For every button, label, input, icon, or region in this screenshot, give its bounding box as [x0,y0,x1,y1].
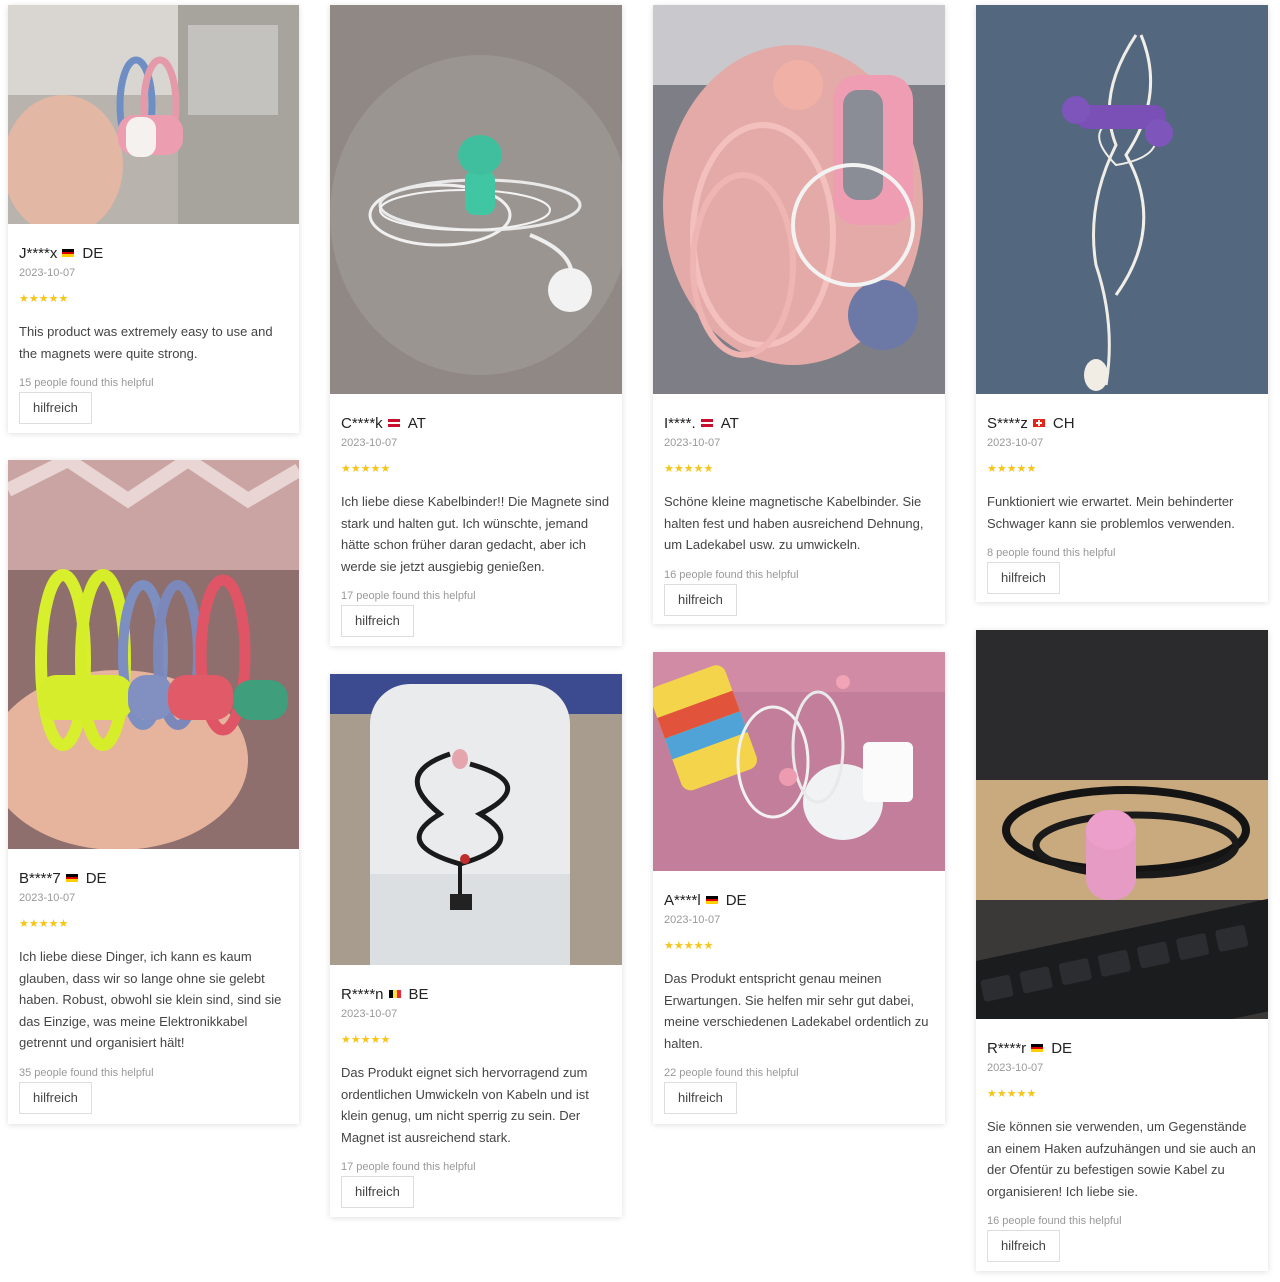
reviewer-name-row: R****r DE [987,1039,1257,1057]
helpful-button[interactable]: hilfreich [987,562,1060,595]
flag-icon [1031,1044,1044,1052]
review-text: Sie können sie verwenden, um Gegenstände… [987,1119,1256,1199]
flag-icon [1032,419,1045,427]
review-date: 2023-10-07 [664,914,721,926]
review-card: R****n BE 2023-10-07 ★★★★★ Das Produkt e… [330,674,622,1217]
country-code: DE [725,891,747,909]
helpful-count: 35 people found this helpful [19,1066,154,1079]
review-card: B****7 DE 2023-10-07 ★★★★★ Ich liebe die… [8,460,299,1124]
review-photo[interactable] [330,674,622,965]
review-card: J****x DE 2023-10-07 ★★★★★ This product … [8,5,299,433]
reviewer-name: B****7 [19,869,61,887]
reviewer-name: S****z [987,414,1028,432]
flag-icon [62,249,75,257]
reviewer-name-row: R****n BE [341,985,611,1003]
country-code: BE [408,985,429,1003]
star-rating: ★★★★★ [341,463,391,475]
reviewer-name: R****n [341,985,384,1003]
review-photo[interactable] [8,460,299,849]
country-code: DE [85,869,107,887]
helpful-count: 15 people found this helpful [19,377,154,390]
review-photo[interactable] [330,5,622,394]
review-text: This product was extremely easy to use a… [19,324,273,361]
reviewer-name: R****r [987,1039,1027,1057]
star-rating: ★★★★★ [341,1034,391,1046]
flag-icon [700,419,713,427]
review-text: Das Produkt entspricht genau meinen Erwa… [664,971,929,1051]
helpful-button[interactable]: hilfreich [664,1082,737,1115]
reviewer-name: I****. [664,414,696,432]
star-rating: ★★★★★ [987,1088,1037,1100]
review-card: S****z CH 2023-10-07 ★★★★★ Funktioniert … [976,5,1268,602]
review-date: 2023-10-07 [19,267,76,279]
review-date: 2023-10-07 [19,892,76,904]
review-date: 2023-10-07 [341,1008,398,1020]
review-text: Schöne kleine magnetische Kabelbinder. S… [664,494,924,553]
helpful-button[interactable]: hilfreich [341,605,414,638]
review-photo[interactable] [976,630,1268,1019]
helpful-count: 16 people found this helpful [664,568,799,581]
star-rating: ★★★★★ [664,463,714,475]
flag-icon [65,874,78,882]
reviewer-name: J****x [19,244,58,262]
review-photo[interactable] [976,5,1268,394]
review-card: R****r DE 2023-10-07 ★★★★★ Sie können si… [976,630,1268,1271]
review-date: 2023-10-07 [664,437,721,449]
review-photo[interactable] [653,652,945,871]
reviewer-name-row: J****x DE [19,244,288,262]
star-rating: ★★★★★ [664,940,714,952]
review-text: Ich liebe diese Dinger, ich kann es kaum… [19,949,282,1051]
star-rating: ★★★★★ [19,293,69,305]
review-card: A****l DE 2023-10-07 ★★★★★ Das Produkt e… [653,652,945,1124]
reviewer-name-row: A****l DE [664,891,934,909]
reviewer-name: A****l [664,891,701,909]
helpful-count: 17 people found this helpful [341,590,476,603]
flag-icon [387,419,400,427]
helpful-count: 16 people found this helpful [987,1215,1122,1228]
helpful-button[interactable]: hilfreich [664,583,737,616]
country-code: AT [407,414,426,432]
helpful-button[interactable]: hilfreich [19,1081,92,1114]
country-code: DE [1051,1039,1073,1057]
country-code: DE [82,244,104,262]
country-code: CH [1052,414,1075,432]
review-date: 2023-10-07 [987,1062,1044,1074]
helpful-count: 8 people found this helpful [987,547,1116,560]
review-text: Ich liebe diese Kabelbinder!! Die Magnet… [341,494,610,574]
reviewer-name-row: S****z CH [987,414,1257,432]
star-rating: ★★★★★ [19,918,69,930]
country-code: AT [720,414,739,432]
helpful-count: 22 people found this helpful [664,1067,799,1080]
review-photo[interactable] [8,5,299,224]
helpful-button[interactable]: hilfreich [341,1176,414,1209]
star-rating: ★★★★★ [987,463,1037,475]
review-date: 2023-10-07 [987,437,1044,449]
flag-icon [388,990,401,998]
helpful-count: 17 people found this helpful [341,1161,476,1174]
review-text: Funktioniert wie erwartet. Mein behinder… [987,494,1235,531]
helpful-button[interactable]: hilfreich [987,1230,1060,1263]
review-text: Das Produkt eignet sich hervorragend zum… [341,1065,589,1145]
reviewer-name-row: B****7 DE [19,869,288,887]
reviewer-name: C****k [341,414,383,432]
helpful-button[interactable]: hilfreich [19,392,92,425]
review-card: I****. AT 2023-10-07 ★★★★★ Schöne kleine… [653,5,945,624]
flag-icon [705,896,718,904]
review-date: 2023-10-07 [341,437,398,449]
review-photo[interactable] [653,5,945,394]
reviewer-name-row: C****k AT [341,414,611,432]
review-card: C****k AT 2023-10-07 ★★★★★ Ich liebe die… [330,5,622,646]
reviewer-name-row: I****. AT [664,414,934,432]
